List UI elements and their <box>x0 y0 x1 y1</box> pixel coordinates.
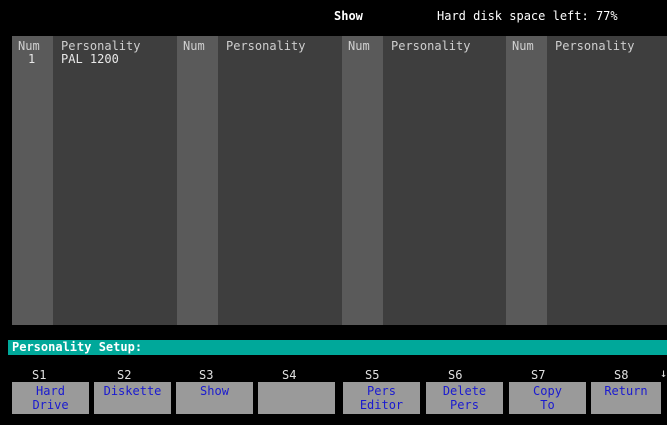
delete-pers-button-label: Delete Pers <box>442 384 487 412</box>
pers-editor-button[interactable]: Pers Editor <box>343 382 420 414</box>
return-button-label: Return <box>604 384 648 398</box>
softkey-number-s4: S4 <box>282 368 297 382</box>
softkey-number-s6: S6 <box>448 368 463 382</box>
softkey-number-s8: S8 <box>614 368 629 382</box>
softkey-number-s5: S5 <box>365 368 380 382</box>
softkey-number-s7: S7 <box>531 368 546 382</box>
pers-editor-button-label: Pers Editor <box>359 384 404 412</box>
row-1-num[interactable]: 1 <box>28 52 35 66</box>
hard-drive-button-label: Hard Drive <box>32 384 69 412</box>
delete-pers-button[interactable]: Delete Pers <box>426 382 503 414</box>
personality-header-1: Personality <box>61 39 141 53</box>
num-header-2: Num <box>183 39 205 53</box>
num-header-3: Num <box>348 39 370 53</box>
s4-button[interactable] <box>258 382 335 414</box>
disk-space-readout: Hard disk space left: 77% <box>437 9 618 23</box>
personality-table: Num 1 Personality PAL 1200 Num Personali… <box>12 36 667 325</box>
copy-to-button-label: Copy To <box>533 384 562 412</box>
num-column-2: Num <box>177 36 218 325</box>
show-button-label: Show <box>200 384 229 398</box>
num-header-1: Num <box>18 39 40 53</box>
personality-header-2: Personality <box>226 39 306 53</box>
personality-column-1: Personality PAL 1200 <box>53 36 177 325</box>
personality-column-4: Personality <box>547 36 667 325</box>
diskette-button-label: Diskette <box>103 384 162 398</box>
hard-drive-button[interactable]: Hard Drive <box>12 382 89 414</box>
s4-button-label <box>258 382 335 384</box>
diskette-button[interactable]: Diskette <box>94 382 171 414</box>
return-button[interactable]: Return <box>591 382 661 414</box>
personality-header-3: Personality <box>391 39 471 53</box>
personality-header-4: Personality <box>555 39 635 53</box>
window-title: Show <box>334 9 363 23</box>
num-column-4: Num <box>506 36 547 325</box>
softkey-number-s3: S3 <box>199 368 214 382</box>
softkey-number-s2: S2 <box>117 368 132 382</box>
num-column-1: Num 1 <box>12 36 53 325</box>
prompt-bar: Personality Setup: <box>8 340 667 355</box>
softkey-number-s1: S1 <box>32 368 47 382</box>
prompt-text: Personality Setup: <box>12 340 143 354</box>
personality-column-2: Personality <box>218 36 342 325</box>
row-1-personality[interactable]: PAL 1200 <box>61 52 119 66</box>
scroll-arrow-icon: ↓ <box>660 366 667 380</box>
title-bar: Show Hard disk space left: 77% <box>0 0 667 36</box>
show-button[interactable]: Show <box>176 382 253 414</box>
num-column-3: Num <box>342 36 383 325</box>
personality-column-3: Personality <box>383 36 506 325</box>
copy-to-button[interactable]: Copy To <box>509 382 586 414</box>
num-header-4: Num <box>512 39 534 53</box>
